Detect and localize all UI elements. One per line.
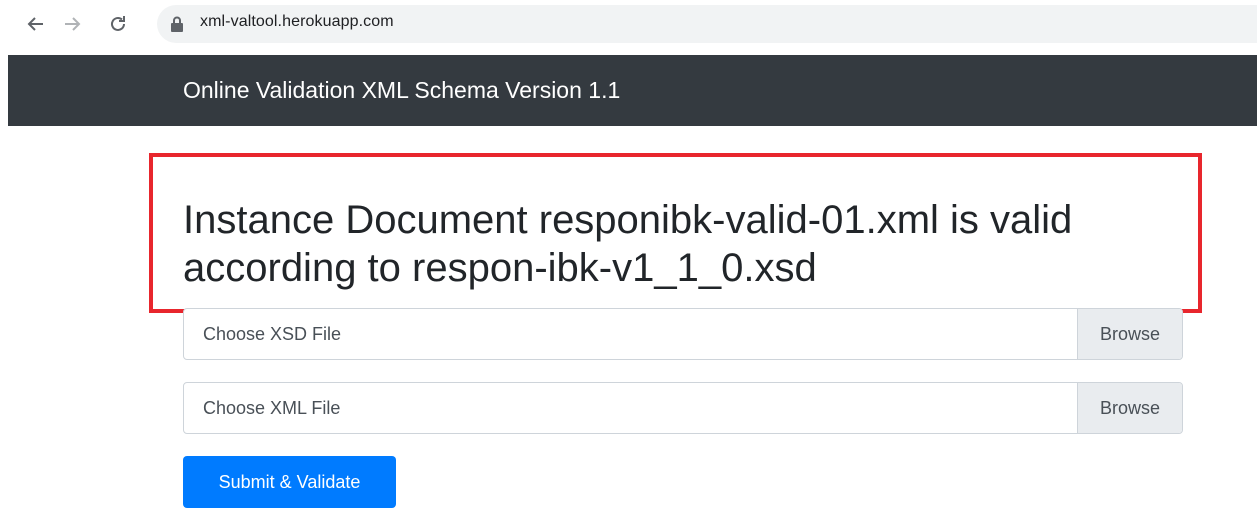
reload-icon[interactable] [106,12,130,36]
submit-validate-button[interactable]: Submit & Validate [183,456,396,508]
site-title[interactable]: Online Validation XML Schema Version 1.1 [183,77,620,104]
xml-browse-button[interactable]: Browse [1077,383,1182,433]
xsd-browse-button[interactable]: Browse [1077,309,1182,359]
xsd-file-label: Choose XSD File [203,324,342,344]
back-arrow-icon[interactable] [24,12,48,36]
xsd-file-input[interactable]: Choose XSD File Browse [183,308,1183,360]
forward-arrow-icon[interactable] [60,12,84,36]
validation-result-heading: Instance Document responibk-valid-01.xml… [183,198,1073,290]
site-header: Online Validation XML Schema Version 1.1 [8,55,1257,126]
xml-file-input[interactable]: Choose XML File Browse [183,382,1183,434]
browser-toolbar: xml-valtool.herokuapp.com [0,0,1257,50]
xml-file-label: Choose XML File [203,398,341,418]
url-text[interactable]: xml-valtool.herokuapp.com [200,13,394,31]
lock-icon[interactable] [170,16,184,32]
